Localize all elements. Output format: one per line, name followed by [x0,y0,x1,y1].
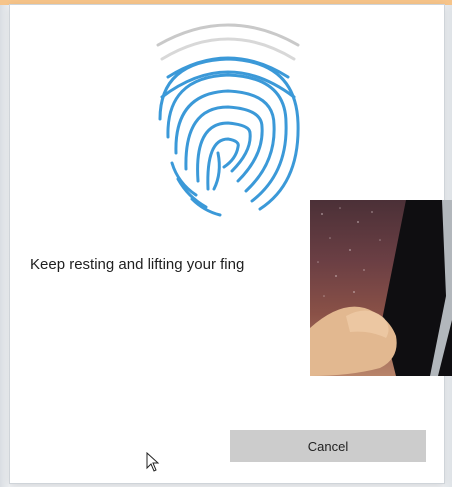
camera-scene [310,200,452,376]
cancel-button[interactable]: Cancel [230,430,426,462]
camera-overlay [310,200,452,376]
mouse-cursor-icon [146,452,160,472]
background-window-edge [0,5,10,487]
fingerprint-icon [156,23,300,217]
